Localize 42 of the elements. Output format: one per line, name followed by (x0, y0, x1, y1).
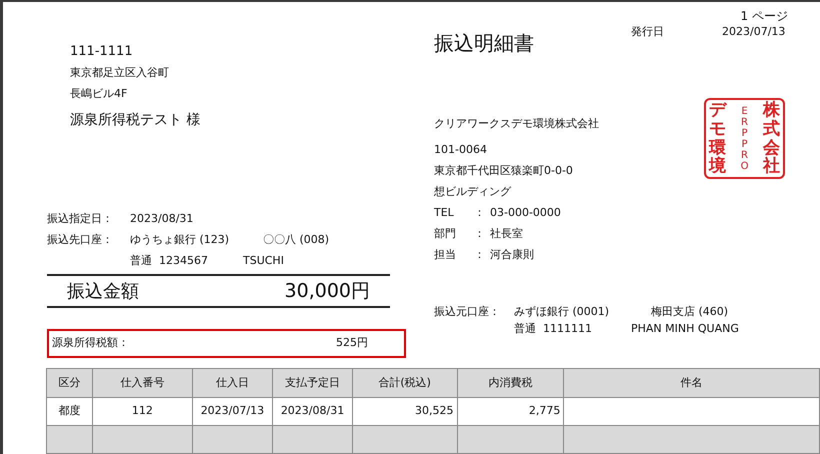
transfer-amount-label: 振込金額 (67, 280, 139, 304)
source-bank: みずほ銀行 (0001) (514, 304, 610, 320)
withholding-tax-amount: 525円 (336, 335, 368, 352)
payee-bank: ゆうちょ銀行 (123) (130, 232, 230, 248)
page-number: 1 ページ (740, 9, 788, 24)
issuer-company: クリアワークスデモ環境株式会社 (434, 116, 599, 132)
seal-text: デモ環境 (709, 101, 726, 176)
issuer-postal-code: 101-0064 (434, 142, 488, 158)
issuer-building: 想ビルディング (434, 184, 512, 200)
payee-account-number: 普通 1234567 (130, 253, 209, 269)
document-title: 振込明細書 (434, 30, 535, 56)
contact-value: 河合康則 (490, 247, 534, 263)
source-branch: 梅田支店 (460) (651, 304, 728, 320)
transfer-date: 2023/08/31 (130, 211, 194, 227)
source-account-label: 振込元口座： (434, 304, 501, 320)
payee-name: TSUCHI (243, 253, 284, 269)
contact-separator: ： (474, 205, 486, 221)
column-header: 区分 (46, 368, 93, 398)
contact-separator: ： (474, 247, 486, 263)
source-account-number: 普通 1111111 (514, 321, 593, 337)
transfer-date-label: 振込指定日： (47, 211, 114, 227)
recipient-address: 長嶋ビル4F (70, 86, 128, 102)
transfer-amount: 30,000円 (284, 278, 370, 304)
contact-value: 社長室 (490, 226, 523, 242)
recipient-name: 源泉所得税テスト 様 (70, 111, 202, 130)
contact-label: 担当 (434, 247, 457, 263)
column-header: 件名 (564, 368, 820, 398)
issue-date-label: 発行日 (631, 24, 665, 40)
source-account-holder: PHAN MINH QUANG (631, 321, 739, 337)
seal-text: 株式会社 (763, 101, 780, 176)
payee-branch: 〇〇八 (008) (263, 232, 330, 248)
payee-account-label: 振込先口座： (47, 232, 114, 248)
seal-text: ERPPRO (740, 106, 750, 172)
issue-date: 2023/07/13 (722, 24, 786, 40)
recipient-address: 東京都足立区入谷町 (70, 65, 170, 81)
contact-separator: ： (474, 226, 486, 242)
recipient-postal-code: 111-1111 (70, 43, 134, 61)
contact-value: 03-000-0000 (490, 205, 561, 221)
contact-label: 部門 (434, 226, 457, 242)
contact-label: TEL (434, 205, 455, 221)
issuer-address: 東京都千代田区猿楽町0-0-0 (434, 163, 574, 179)
withholding-tax-label: 源泉所得税額： (52, 335, 129, 352)
